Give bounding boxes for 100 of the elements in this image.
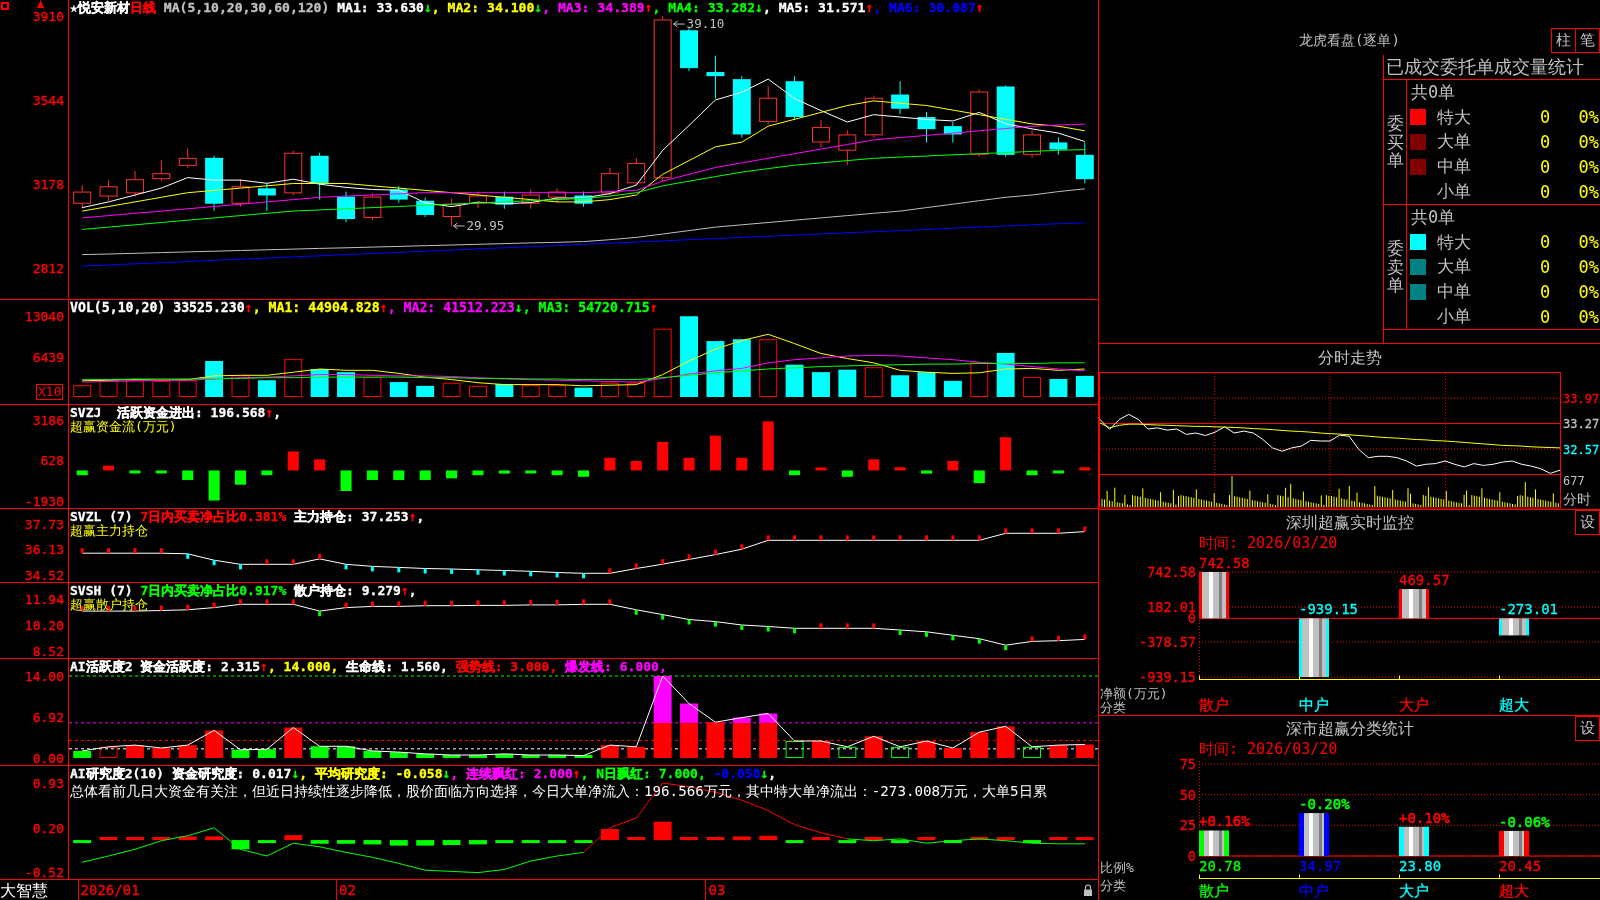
category-label: 散户 bbox=[1199, 882, 1229, 900]
value-label: 742.58 bbox=[1199, 555, 1250, 571]
category-label: 散户 bbox=[1199, 696, 1229, 714]
header-text: , N日飘红: 7.000, bbox=[580, 767, 706, 781]
axis-label: 3186 bbox=[32, 413, 64, 428]
axis-label: 25 bbox=[1179, 817, 1196, 834]
header-text: ↑ bbox=[644, 1, 653, 15]
category-label: 大户 bbox=[1399, 696, 1429, 714]
order-type-label: 小单 bbox=[1436, 305, 1471, 329]
value-label: -273.01 bbox=[1499, 601, 1558, 618]
date-label: 02 bbox=[336, 880, 356, 900]
order-type-label: 特大 bbox=[1436, 230, 1471, 254]
order-type-label: 大单 bbox=[1436, 130, 1471, 154]
header-text: ★悦安新材 bbox=[70, 1, 130, 15]
order-total: 共0单 bbox=[1411, 80, 1456, 104]
header-text: ↓ bbox=[423, 1, 432, 15]
order-share: 0% bbox=[1578, 257, 1599, 277]
value-label: 23.80 bbox=[1399, 858, 1442, 874]
order-type-label: 特大 bbox=[1436, 105, 1471, 129]
panel-title: 深市超赢分类统计 bbox=[1285, 719, 1414, 738]
header-text: ↓ bbox=[755, 1, 763, 15]
header-text: ↑ bbox=[260, 660, 268, 674]
indicator-caption: 超赢散户持仓 bbox=[70, 598, 148, 612]
header-text: 日线 bbox=[129, 1, 156, 15]
change-label: +0.10% bbox=[1399, 809, 1450, 826]
header-text: VOL(5,10,20) 33525.230 bbox=[70, 301, 245, 315]
date-label: 2026/01 bbox=[77, 880, 140, 900]
axis-label: 2812 bbox=[32, 260, 64, 276]
order-count: 0 bbox=[1539, 181, 1551, 202]
order-type-label: 大单 bbox=[1436, 255, 1471, 279]
order-share: 0% bbox=[1578, 107, 1599, 128]
axis-label: -0.52 bbox=[24, 865, 64, 879]
header-text: , bbox=[768, 767, 777, 781]
axis-label: 36.13 bbox=[24, 542, 64, 558]
header-text: , 平均研究度: -0.058 bbox=[299, 767, 443, 781]
date-label: 03 bbox=[705, 880, 726, 900]
header-text: AI研究度2(10) 资金研究度: 0.017 bbox=[70, 767, 292, 781]
axis-label: 50 bbox=[1179, 786, 1196, 803]
header-text: ↑ bbox=[572, 767, 581, 781]
header-text: ↓ bbox=[534, 1, 543, 15]
axis-title: 分类 bbox=[1100, 700, 1126, 715]
header-text: , 连续飘红: 2.000 bbox=[450, 767, 573, 781]
indicator-caption: 超赢资金流(万元) bbox=[70, 420, 177, 434]
header-text: , MA3: 34.389 bbox=[542, 1, 645, 15]
header-text: , bbox=[408, 584, 417, 598]
header-text: ↑ bbox=[400, 584, 409, 598]
order-share: 0% bbox=[1578, 156, 1599, 177]
axis-label: 0.93 bbox=[32, 776, 64, 791]
axis-label: 3910 bbox=[32, 9, 64, 25]
header-text: ↑ bbox=[975, 1, 984, 15]
header-text: ↑ bbox=[379, 301, 388, 315]
order-count: 0 bbox=[1539, 107, 1551, 128]
price-annotation: 39.10 bbox=[686, 16, 725, 32]
header-text: , MA6: 30.087 bbox=[873, 1, 976, 15]
header-text: , bbox=[416, 510, 425, 524]
order-count: 0 bbox=[1539, 281, 1551, 302]
order-share: 0% bbox=[1578, 132, 1599, 152]
category-label: 中户 bbox=[1299, 696, 1329, 714]
axis-label: 14.00 bbox=[24, 669, 64, 684]
order-count: 0 bbox=[1539, 306, 1551, 327]
header-text: ↑ bbox=[408, 510, 417, 524]
category-label: 超大 bbox=[1499, 696, 1529, 714]
change-label: +0.16% bbox=[1199, 813, 1250, 830]
header-text: , MA1: 44904.828 bbox=[252, 301, 380, 315]
axis-label: 628 bbox=[40, 453, 64, 469]
value-label: -939.15 bbox=[1299, 601, 1358, 618]
header-text: , MA2: 34.100 bbox=[431, 1, 535, 15]
category-label: 大户 bbox=[1399, 882, 1429, 900]
category-label: 超大 bbox=[1499, 882, 1529, 900]
axis-label: 0.20 bbox=[32, 820, 64, 836]
axis-title: 净额(万元) bbox=[1100, 686, 1168, 701]
order-count: 0 bbox=[1539, 257, 1551, 277]
axis-label: 6.92 bbox=[32, 710, 64, 726]
value-label: 34.97 bbox=[1299, 858, 1342, 874]
timestamp-label: 时间: 2026/03/20 bbox=[1199, 740, 1338, 758]
header-text: ↓ bbox=[442, 767, 451, 781]
header-text: 生命线: 1.560, bbox=[345, 660, 448, 674]
header-text: 主力持仓: 37.253 bbox=[293, 510, 409, 524]
header-text: ↑ bbox=[244, 301, 253, 315]
axis-label: 34.52 bbox=[24, 568, 64, 582]
header-text: 散户持仓: 9.279 bbox=[293, 584, 401, 598]
header-text: 7日内买卖净占比0.917% bbox=[140, 584, 287, 598]
header-text: ↓ bbox=[760, 767, 769, 781]
header-text: 爆发线: 6.000, bbox=[564, 660, 667, 674]
chart-title: 分时走势 bbox=[1317, 349, 1382, 367]
order-type-label: 小单 bbox=[1436, 180, 1471, 204]
header-text: ↑ bbox=[865, 1, 874, 15]
order-count: 0 bbox=[1539, 156, 1551, 177]
axis-label: 32.57 bbox=[1563, 442, 1600, 457]
header-text: , bbox=[273, 406, 282, 420]
order-share: 0% bbox=[1578, 306, 1599, 327]
category-label: 中户 bbox=[1299, 882, 1329, 900]
panel-title: 龙虎看盘(逐单) bbox=[1299, 32, 1400, 48]
order-share: 0% bbox=[1578, 232, 1599, 253]
order-count: 0 bbox=[1539, 232, 1551, 253]
header-text: ↑ bbox=[265, 406, 274, 420]
order-count: 0 bbox=[1539, 132, 1551, 152]
value-label: 469.57 bbox=[1399, 572, 1450, 589]
header-text: ↑ bbox=[649, 301, 658, 315]
header-text: , 14.000, bbox=[267, 660, 339, 674]
